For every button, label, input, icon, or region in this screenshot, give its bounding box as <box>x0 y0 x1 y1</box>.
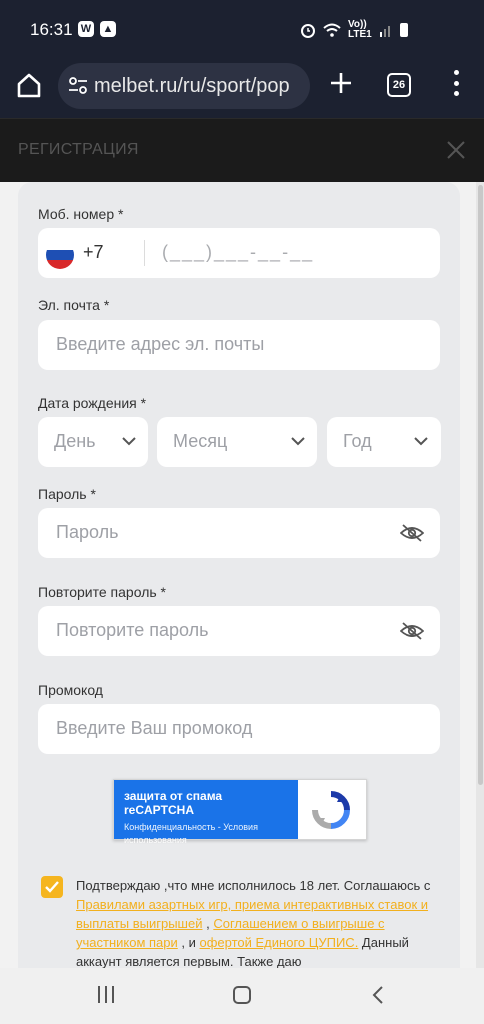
new-tab-icon[interactable] <box>328 70 354 96</box>
recaptcha-panel: защита от спама reCAPTCHA Конфиденциальн… <box>114 780 298 845</box>
cupis-offer-link[interactable]: офертой Единого ЦУПИС. <box>200 935 359 950</box>
month-value: Месяц <box>173 431 228 451</box>
home-icon[interactable] <box>14 70 44 100</box>
promo-placeholder: Введите Ваш промокод <box>56 718 253 738</box>
status-bar: 16:31 W ▲ Vo)) LTE1 <box>0 0 484 60</box>
password-placeholder: Пароль <box>56 522 119 542</box>
chevron-down-icon <box>414 437 428 446</box>
back-icon[interactable] <box>372 985 384 1005</box>
consent-text-part: , и <box>177 935 200 950</box>
password-repeat-field[interactable]: Повторите пароль <box>38 606 440 656</box>
url-text: melbet.ru/ru/sport/pop <box>94 75 290 97</box>
day-select[interactable]: День <box>38 417 148 467</box>
password-repeat-placeholder: Повторите пароль <box>56 620 209 640</box>
consent-text: Подтверждаю ,что мне исполнилось 18 лет.… <box>76 876 436 971</box>
status-time: 16:31 <box>30 20 73 39</box>
eye-off-icon[interactable] <box>400 523 424 543</box>
russia-flag-icon[interactable] <box>46 241 74 269</box>
battery-icon <box>400 23 408 37</box>
email-label: Эл. почта * <box>38 297 110 313</box>
birth-date-label: Дата рождения * <box>38 395 147 411</box>
divider <box>144 240 145 266</box>
recaptcha-badge[interactable]: защита от спама reCAPTCHA Конфиденциальн… <box>113 779 367 845</box>
scrollbar-thumb[interactable] <box>478 185 483 785</box>
alarm-icon <box>301 24 315 38</box>
promo-label: Промокод <box>38 682 103 698</box>
gallery-icon: ▲ <box>100 21 116 37</box>
age-consent-checkbox[interactable] <box>41 876 63 898</box>
chevron-down-icon <box>122 437 136 446</box>
year-select[interactable]: Год <box>327 417 441 467</box>
month-select[interactable]: Месяц <box>157 417 317 467</box>
chevron-down-icon <box>291 437 305 446</box>
home-nav-icon[interactable] <box>233 986 251 1004</box>
recaptcha-logo-icon <box>312 791 350 829</box>
system-nav-bar <box>0 968 484 1024</box>
wifi-icon <box>323 23 341 37</box>
country-code[interactable]: +7 <box>83 242 104 263</box>
site-settings-icon[interactable] <box>68 77 88 95</box>
signal-icon <box>380 26 390 37</box>
eye-off-icon[interactable] <box>400 621 424 641</box>
email-placeholder: Введите адрес эл. почты <box>56 334 265 354</box>
modal-title: РЕГИСТРАЦИЯ <box>18 141 139 158</box>
address-bar[interactable]: melbet.ru/ru/sport/pop <box>58 63 310 109</box>
recaptcha-title: защита от спама reCAPTCHA <box>124 789 223 817</box>
recent-apps-icon[interactable] <box>98 986 114 1003</box>
password-label: Пароль * <box>38 486 96 502</box>
password-field[interactable]: Пароль <box>38 508 440 558</box>
network-label: Vo)) LTE1 <box>348 19 372 40</box>
consent-text-part: , <box>202 916 214 931</box>
password-repeat-label: Повторите пароль * <box>38 584 166 600</box>
browser-toolbar: melbet.ru/ru/sport/pop 26 <box>0 60 484 118</box>
close-icon[interactable] <box>446 140 466 160</box>
promo-field[interactable]: Введите Ваш промокод <box>38 704 440 754</box>
tab-switcher-button[interactable]: 26 <box>387 73 411 97</box>
year-value: Год <box>343 431 372 451</box>
phone-field[interactable]: +7 (___)___-__-__ <box>38 228 440 278</box>
consent-text-part: Подтверждаю ,что мне исполнилось 18 лет.… <box>76 878 431 893</box>
recaptcha-privacy-link[interactable]: Конфиденциальность <box>124 822 215 832</box>
whatsapp-icon: W <box>78 21 94 37</box>
phone-input[interactable]: (___)___-__-__ <box>162 242 314 263</box>
modal-header: РЕГИСТРАЦИЯ <box>0 118 484 182</box>
checkmark-icon <box>45 881 59 893</box>
email-field[interactable]: Введите адрес эл. почты <box>38 320 440 370</box>
phone-label: Моб. номер * <box>38 206 124 222</box>
day-value: День <box>54 431 96 451</box>
overflow-menu-icon[interactable] <box>448 70 464 96</box>
